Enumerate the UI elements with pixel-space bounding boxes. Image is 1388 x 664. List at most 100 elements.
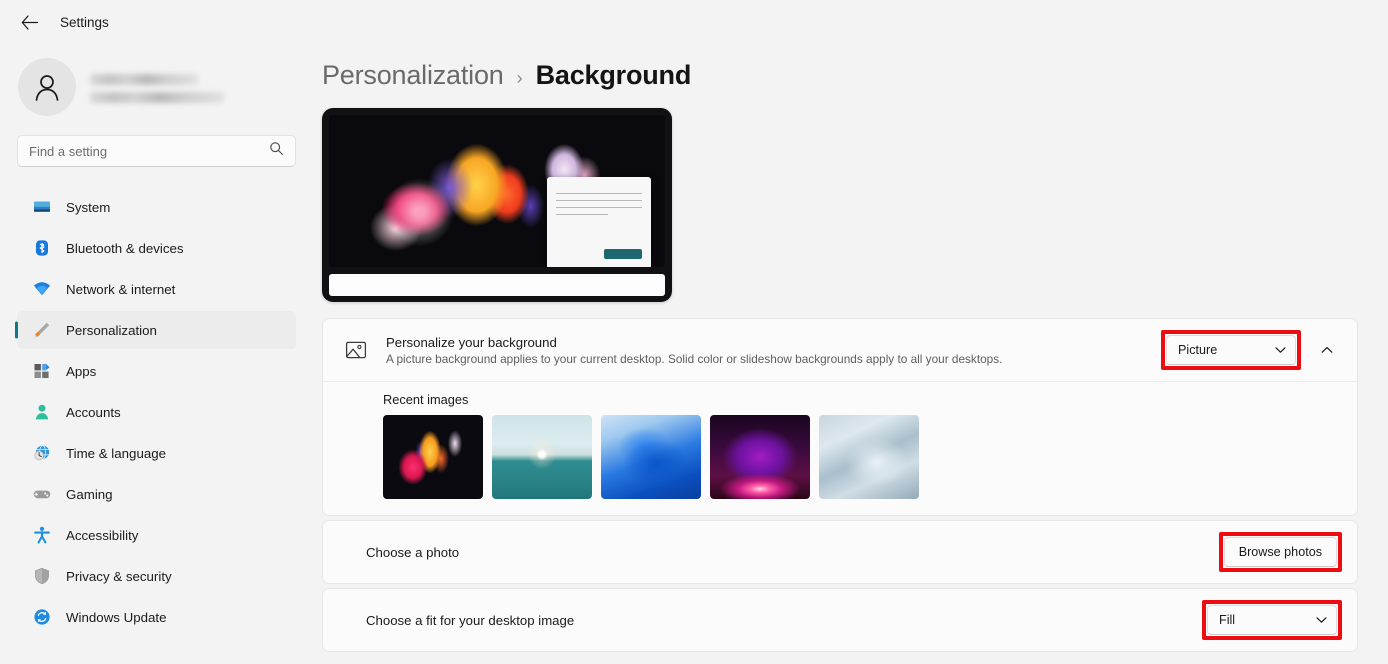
personalize-background-controls: Picture xyxy=(1161,330,1342,370)
fit-dropdown[interactable]: Fill xyxy=(1207,605,1337,635)
preview-mock-dialog xyxy=(547,177,651,267)
person-avatar-icon xyxy=(30,70,64,104)
system-monitor-icon xyxy=(32,198,51,217)
background-type-dropdown[interactable]: Picture xyxy=(1166,335,1296,365)
sidebar-item-label: Gaming xyxy=(66,486,113,502)
sidebar-item-label: Accounts xyxy=(66,404,121,420)
back-arrow-icon xyxy=(21,14,38,30)
background-type-value: Picture xyxy=(1178,343,1218,357)
purple-glow-thumbnail[interactable] xyxy=(710,415,810,499)
sidebar-item-label: Network & internet xyxy=(66,281,176,297)
gamepad-icon xyxy=(32,485,51,504)
bloom-thumbnail[interactable] xyxy=(383,415,483,499)
desktop-preview xyxy=(322,108,672,302)
collapse-section-button[interactable] xyxy=(1312,335,1342,365)
search-icon xyxy=(269,141,284,161)
person-icon xyxy=(32,403,51,422)
recent-images-list xyxy=(383,415,1337,499)
choose-photo-row: Choose a photo Browse photos xyxy=(323,521,1357,583)
blue-abstract-thumbnail[interactable] xyxy=(601,415,701,499)
chevron-up-icon xyxy=(1321,341,1333,359)
personalize-background-card: Personalize your background A picture ba… xyxy=(322,318,1358,516)
choose-photo-card: Choose a photo Browse photos xyxy=(322,520,1358,584)
bluetooth-icon xyxy=(32,239,51,258)
sidebar-item-personalization[interactable]: Personalization xyxy=(17,311,296,349)
sidebar-item-privacy-security[interactable]: Privacy & security xyxy=(17,557,296,595)
mock-text-line xyxy=(556,207,642,208)
title-bar: Settings xyxy=(0,0,1388,44)
sunset-sea-thumbnail[interactable] xyxy=(492,415,592,499)
bloom-wallpaper xyxy=(329,115,665,267)
sidebar-item-time-language[interactable]: Time & language xyxy=(17,434,296,472)
account-name-redacted xyxy=(90,74,198,85)
back-button[interactable] xyxy=(14,7,44,37)
sidebar-item-gaming[interactable]: Gaming xyxy=(17,475,296,513)
sidebar-item-apps[interactable]: Apps xyxy=(17,352,296,390)
update-refresh-icon xyxy=(32,608,51,627)
paintbrush-icon xyxy=(32,321,51,340)
breadcrumb-parent-link[interactable]: Personalization xyxy=(322,60,504,91)
recent-images-label: Recent images xyxy=(383,392,469,407)
search-placeholder: Find a setting xyxy=(29,143,108,159)
preview-taskbar xyxy=(329,274,665,296)
sidebar-item-label: System xyxy=(66,199,111,215)
search-input[interactable]: Find a setting xyxy=(17,135,296,167)
sidebar-item-windows-update[interactable]: Windows Update xyxy=(17,598,296,636)
sidebar-item-label: Bluetooth & devices xyxy=(66,240,184,256)
choose-fit-title: Choose a fit for your desktop image xyxy=(366,612,575,628)
globe-clock-icon xyxy=(32,444,51,463)
shield-icon xyxy=(32,567,51,586)
picture-icon xyxy=(343,339,369,361)
mock-text-line xyxy=(556,200,642,201)
sidebar-item-system[interactable]: System xyxy=(17,188,296,226)
sidebar-item-label: Accessibility xyxy=(66,527,139,543)
sidebar-item-label: Time & language xyxy=(66,445,167,461)
account-tile[interactable] xyxy=(17,58,296,116)
accessibility-person-icon xyxy=(32,526,51,545)
personalize-background-subtitle: A picture background applies to your cur… xyxy=(386,351,1003,366)
sidebar-item-label: Personalization xyxy=(66,322,157,338)
mock-accent-button xyxy=(604,249,642,259)
wifi-icon xyxy=(32,280,51,299)
personalize-background-row: Personalize your background A picture ba… xyxy=(323,319,1357,381)
choose-fit-row: Choose a fit for your desktop image Fill xyxy=(323,589,1357,651)
recent-images-section: Recent images xyxy=(323,381,1357,515)
choose-photo-text: Choose a photo xyxy=(343,545,1219,560)
sidebar-item-label: Windows Update xyxy=(66,609,167,625)
fit-dropdown-highlight: Fill xyxy=(1202,600,1342,640)
page-title: Background xyxy=(535,60,692,90)
browse-photos-button[interactable]: Browse photos xyxy=(1223,537,1337,567)
background-type-highlight: Picture xyxy=(1161,330,1301,370)
account-email-redacted xyxy=(90,92,224,103)
choose-photo-title: Choose a photo xyxy=(366,544,460,560)
fit-value: Fill xyxy=(1219,613,1236,627)
mock-text-line xyxy=(556,214,608,215)
sidebar-item-label: Privacy & security xyxy=(66,568,172,584)
choose-photo-controls: Browse photos xyxy=(1218,532,1342,572)
chevron-down-icon xyxy=(1316,613,1327,627)
account-text xyxy=(90,71,224,103)
choose-fit-card: Choose a fit for your desktop image Fill xyxy=(322,588,1358,652)
sidebar-nav: System Bluetooth & devices Network & int… xyxy=(17,188,296,636)
sidebar-item-bluetooth-devices[interactable]: Bluetooth & devices xyxy=(17,229,296,267)
main-content: Personalization › Background Personalize… xyxy=(320,44,1388,664)
app-title: Settings xyxy=(60,14,109,30)
light-ruffles-thumbnail[interactable] xyxy=(819,415,919,499)
sidebar-item-label: Apps xyxy=(66,363,97,379)
personalize-background-title: Personalize your background xyxy=(386,334,557,350)
apps-grid-icon xyxy=(32,362,51,381)
sidebar-item-network-internet[interactable]: Network & internet xyxy=(17,270,296,308)
choose-fit-controls: Fill xyxy=(1202,600,1342,640)
breadcrumb: Personalization › Background xyxy=(320,44,1372,91)
main-layout: Find a setting System Bluetooth & device… xyxy=(0,44,1388,664)
mock-text-line xyxy=(556,193,642,194)
browse-photos-highlight: Browse photos xyxy=(1218,532,1342,572)
sidebar-item-accounts[interactable]: Accounts xyxy=(17,393,296,431)
personalize-background-text: Personalize your background A picture ba… xyxy=(386,335,1161,366)
breadcrumb-separator-icon: › xyxy=(516,68,523,88)
sidebar: Find a setting System Bluetooth & device… xyxy=(0,44,320,664)
choose-fit-text: Choose a fit for your desktop image xyxy=(343,613,1202,628)
sidebar-item-accessibility[interactable]: Accessibility xyxy=(17,516,296,554)
chevron-down-icon xyxy=(1275,343,1286,357)
avatar xyxy=(18,58,76,116)
